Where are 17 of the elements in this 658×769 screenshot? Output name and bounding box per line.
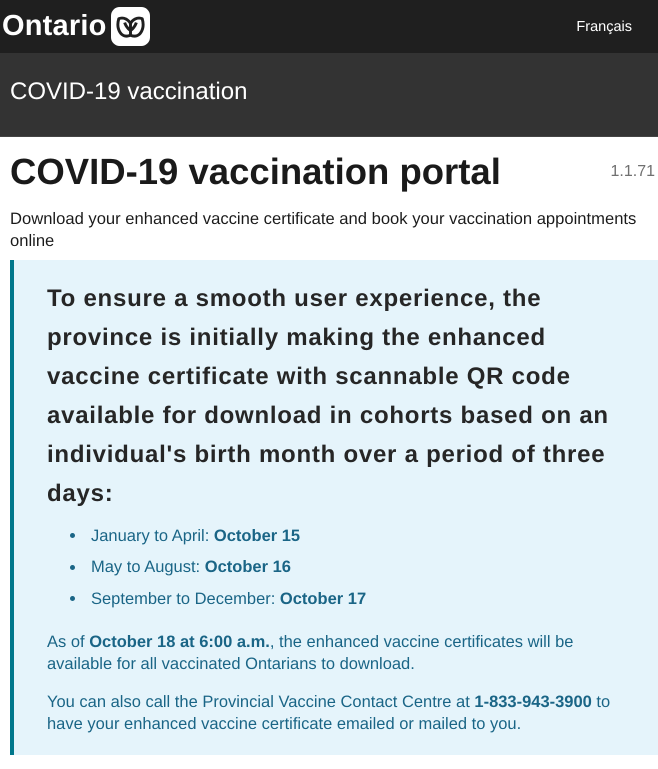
bullet-icon — [70, 564, 75, 570]
notice-heading: To ensure a smooth user experience, the province is initially making the enhanced vaccine certificate with scannable QR code available for download in cohorts based on an individual's birth month over a period of three days: — [47, 284, 610, 509]
schedule-item: January to April: October 15 — [91, 526, 300, 546]
ontario-logo[interactable]: Ontario — [2, 7, 150, 46]
trillium-icon — [110, 7, 150, 46]
schedule-item: May to August: October 16 — [91, 557, 291, 578]
version-number: 1.1.71 — [610, 163, 655, 181]
notice-paragraph: As of October 18 at 6:00 a.m., the enhanced vaccine certificates will be available for all vaccinated Ontarians to download. — [47, 632, 574, 674]
schedule-item: September to December: October 17 — [91, 588, 366, 609]
notice-paragraph: You can also call the Provincial Vaccine Contact Centre at 1-833-943-3900 to have your enhanced vaccine certificate emailed or mailed to you. — [47, 692, 612, 734]
bullet-icon — [70, 596, 75, 602]
language-link[interactable]: Français — [576, 18, 632, 34]
logo-text: Ontario — [2, 12, 107, 41]
bullet-icon — [70, 533, 75, 538]
page-subtitle: Download your enhanced vaccine certificate and book your vaccination appointments online — [10, 208, 638, 252]
page-title: COVID-19 vaccination portal — [10, 151, 501, 193]
banner-title: COVID-19 vaccination — [10, 78, 248, 106]
